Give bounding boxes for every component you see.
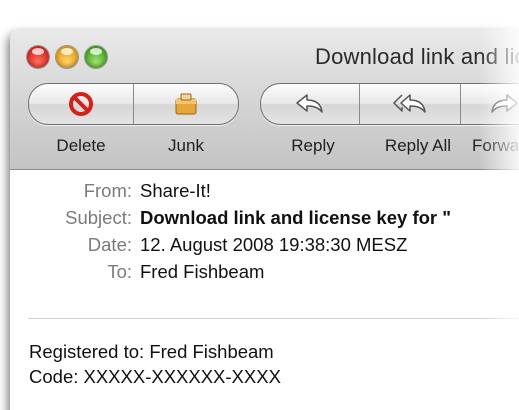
delete-label: Delete bbox=[56, 136, 106, 155]
from-key: From: bbox=[83, 180, 132, 201]
to-key: To: bbox=[107, 261, 132, 282]
delete-junk-segment bbox=[28, 83, 239, 125]
close-window-button[interactable] bbox=[27, 46, 49, 68]
date-row: Date: bbox=[10, 234, 132, 260]
reply-label: Reply bbox=[291, 136, 335, 155]
delete-icon bbox=[69, 92, 93, 116]
reply-icon bbox=[296, 94, 323, 113]
date-key: Date: bbox=[87, 234, 132, 255]
junk-label: Junk bbox=[168, 136, 204, 155]
minimize-window-button[interactable] bbox=[56, 46, 78, 68]
forward-label: Forward bbox=[472, 136, 519, 155]
window-title: Download link and license key for bbox=[315, 44, 519, 69]
delete-button[interactable] bbox=[29, 84, 133, 124]
subject-value: Download link and license key for " bbox=[140, 207, 452, 228]
reply-all-label: Reply All bbox=[384, 136, 452, 155]
toolbar: Download link and license key for bbox=[10, 30, 519, 170]
body-registered-line: Registered to: Fred Fishbeam bbox=[29, 341, 274, 362]
mail-window: Download link and license key for bbox=[10, 30, 519, 410]
junk-icon bbox=[175, 93, 197, 115]
body-code-line: Code: XXXXX-XXXXXX-XXXX bbox=[29, 366, 281, 387]
subject-row: Subject: bbox=[10, 207, 132, 233]
junk-button[interactable] bbox=[134, 84, 238, 124]
subject-key: Subject: bbox=[65, 207, 132, 228]
forward-button[interactable] bbox=[461, 84, 519, 124]
date-value: 12. August 2008 19:38:30 MESZ bbox=[140, 234, 408, 255]
reply-segment bbox=[260, 83, 519, 125]
reply-button[interactable] bbox=[261, 84, 359, 124]
screenshot-stage: Download link and license key for bbox=[0, 0, 519, 410]
to-row: To: bbox=[10, 261, 132, 287]
reply-all-icon bbox=[393, 94, 426, 113]
forward-icon bbox=[491, 94, 518, 113]
reply-all-button[interactable] bbox=[360, 84, 460, 124]
to-value[interactable]: Fred Fishbeam bbox=[140, 261, 264, 283]
from-value[interactable]: Share-It! bbox=[140, 180, 211, 202]
zoom-window-button[interactable] bbox=[85, 46, 107, 68]
header-separator bbox=[28, 318, 519, 319]
from-row: From: bbox=[10, 180, 132, 206]
